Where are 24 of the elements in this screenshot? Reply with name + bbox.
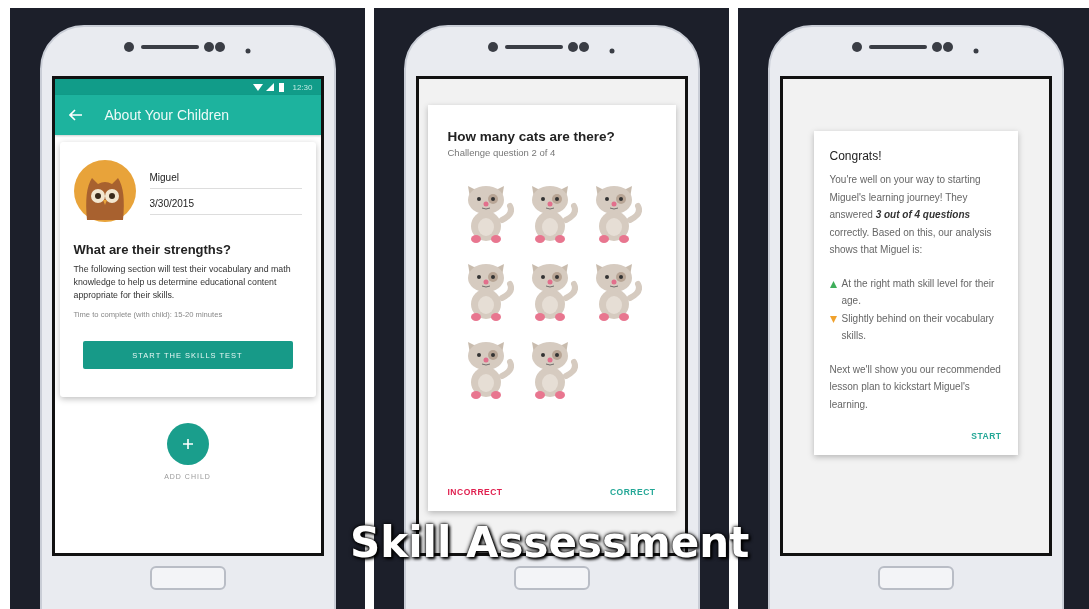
down-triangle-icon (829, 315, 837, 323)
result-point: Slightly behind on their vocabulary skills. (841, 311, 995, 343)
status-time: 12:30 (292, 82, 313, 92)
section-heading: What are their strengths? (73, 242, 232, 257)
result-point: At the right math skill level for their age. (841, 276, 996, 308)
question-subtitle: Challenge question 2 of 4 (447, 147, 557, 158)
owl-avatar (73, 160, 136, 222)
app-title: About Your Children (104, 107, 230, 123)
up-triangle-icon (829, 280, 837, 288)
phone-sensors-icon (850, 41, 981, 55)
question-text: How many cats are there? (447, 129, 616, 144)
result-text: You're well on your way to starting Miguel's learning journey! They answered 3 out of 4 questions correctly. Based on this, our analysis shows that Miguel is: (829, 173, 993, 257)
phone-sensors-icon (486, 41, 617, 55)
back-arrow-icon[interactable] (68, 109, 83, 121)
incorrect-button[interactable]: INCORRECT (447, 487, 503, 497)
start-button[interactable]: START (971, 431, 1002, 441)
phone-sensors-icon (122, 41, 253, 55)
correct-button[interactable]: CORRECT (609, 487, 656, 497)
result-title: Congrats! (829, 149, 883, 163)
name-field[interactable]: Miguel (149, 167, 302, 189)
description-text: The following section will test their vocabulary and math knowledge to help us determine educational content appropriate for their skills. (73, 263, 292, 302)
birthdate-field[interactable]: 3/30/2015 (149, 193, 302, 215)
next-step-text: Next we'll show you our recommended lesson plan to kickstart Miguel's learning. (829, 362, 1002, 412)
add-button[interactable] (166, 423, 209, 466)
